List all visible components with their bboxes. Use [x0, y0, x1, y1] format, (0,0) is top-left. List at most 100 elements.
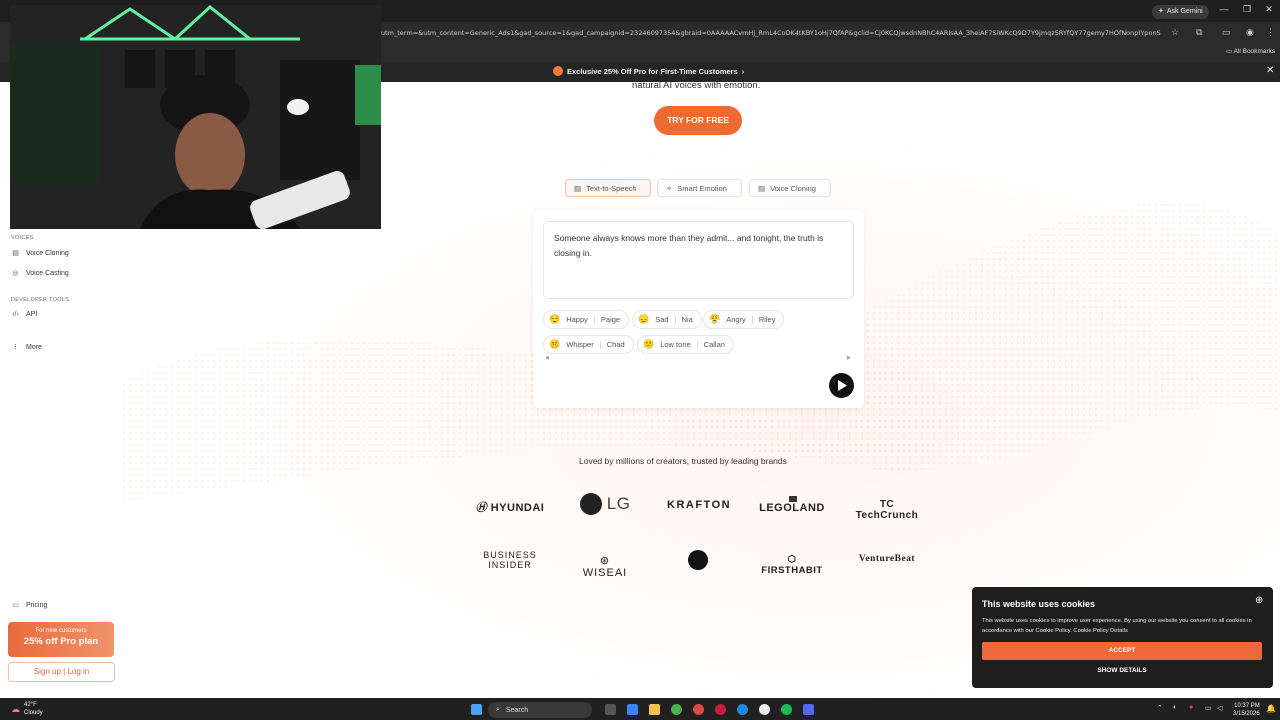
venturebeat-logo: VentureBeat — [858, 554, 916, 564]
network-icon[interactable]: ▭ — [1205, 704, 1212, 712]
wiseai-mark-icon: ⊛ — [599, 555, 611, 567]
code-icon: ‹/› — [12, 311, 19, 318]
emoji-angry-icon: 😤 — [709, 314, 721, 324]
weather-icon: ☁ — [11, 704, 20, 714]
emotion-chip-low-tone[interactable]: 😕 Low tone Callan — [637, 335, 734, 354]
profile-icon[interactable]: ◉ — [1246, 27, 1254, 38]
emoji-confused-icon: 😕 — [643, 339, 655, 349]
opera-icon[interactable] — [715, 704, 726, 715]
emotion-chip-whisper[interactable]: 🤫 Whisper Chad — [543, 335, 634, 354]
sidebar-item-label: Pricing — [26, 601, 48, 609]
task-view-icon[interactable] — [605, 704, 616, 715]
text-to-speech-icon: ▤ — [574, 183, 582, 193]
promo-banner-text: Exclusive 25% Off Pro for First-Time Cus… — [567, 66, 738, 76]
lg-logo: LG — [577, 493, 633, 515]
emotion-chip-happy[interactable]: 😌 Happy Paige — [543, 310, 630, 329]
cookie-banner: This website uses cookies ⊕ This website… — [972, 587, 1273, 688]
scroll-left-icon[interactable]: ◀ — [545, 355, 549, 361]
chip-emotion: Happy — [566, 315, 588, 324]
pricing-icon: ▭ — [12, 602, 19, 609]
cast-icon[interactable]: ▭ — [1222, 27, 1231, 38]
pro-plan-promo-card[interactable]: For new customers 25% off Pro plan — [8, 622, 114, 657]
volume-icon[interactable]: ◁ — [1217, 704, 1222, 712]
legoland-logo: LEGOLAND — [759, 496, 825, 514]
tab-smart-emotion[interactable]: ✧ Smart Emotion — [657, 179, 742, 197]
chip-divider — [674, 315, 676, 324]
emoji-relieved-icon: 😌 — [549, 314, 561, 324]
folder-icon: ▭ — [1226, 48, 1233, 55]
taskbar-clock[interactable]: 10:37 PM 3/15/2026 — [1233, 702, 1260, 718]
circle-brand-logo-icon — [688, 550, 708, 570]
promo-banner-link[interactable]: Exclusive 25% Off Pro for First-Time Cus… — [553, 66, 744, 76]
chip-emotion: Sad — [655, 315, 669, 324]
close-window-icon[interactable]: ✕ — [1260, 4, 1278, 15]
tab-text-to-speech[interactable]: ▤ Text-to-Speech — [565, 179, 651, 197]
all-bookmarks[interactable]: ▭ All Bookmarks — [1226, 47, 1275, 55]
accept-cookies-button[interactable]: ACCEPT — [982, 642, 1262, 660]
taskbar-search[interactable]: ⌕ Search — [488, 702, 592, 718]
spotify-icon[interactable] — [781, 704, 792, 715]
sidebar-item-label: API — [26, 311, 38, 318]
all-bookmarks-label: All Bookmarks — [1233, 48, 1276, 55]
maximize-icon[interactable]: ❐ — [1238, 4, 1256, 15]
voice-cloning-icon: ▤ — [12, 250, 19, 257]
extensions-icon[interactable]: ⧉ — [1196, 27, 1202, 38]
show-details-button[interactable]: SHOW DETAILS — [982, 667, 1262, 674]
tab-voice-cloning[interactable]: ▤ Voice Cloning — [749, 179, 831, 197]
notification-icon[interactable]: 🔔 — [1266, 704, 1276, 713]
discord-icon[interactable] — [803, 704, 814, 715]
search-icon: ⌕ — [496, 706, 500, 713]
close-icon[interactable]: ✕ — [1266, 65, 1274, 76]
clock-time: 10:37 PM — [1234, 703, 1260, 709]
tts-text-input[interactable]: Someone always knows more than they admi… — [543, 221, 854, 299]
webcam-feed-image — [10, 5, 381, 229]
wiseai-logo: ⊛ WISEAI — [582, 555, 628, 579]
chip-emotion: Whisper — [566, 340, 594, 349]
emotion-chip-sad[interactable]: 😞 Sad Nia — [632, 310, 702, 329]
sidebar-item-voice-casting[interactable]: ◎ Voice Casting — [11, 269, 69, 278]
chip-divider — [593, 315, 595, 324]
sidebar-item-label: Voice Casting — [26, 269, 69, 277]
promo-card-subtitle: For new customers — [35, 628, 87, 634]
play-button[interactable] — [829, 373, 854, 398]
sidebar-item-pricing[interactable]: ▭ Pricing — [11, 601, 48, 610]
webcam-overlay — [10, 5, 381, 229]
windows-start-icon[interactable] — [471, 704, 482, 715]
promo-card-title: 25% off Pro plan — [23, 636, 99, 647]
microphone-icon[interactable]: ● — [1189, 704, 1193, 711]
capcut-icon[interactable] — [759, 704, 770, 715]
file-explorer-icon[interactable] — [649, 704, 660, 715]
business-insider-logo: BUSINESS INSIDER — [483, 550, 537, 570]
hero-tagline: natural AI voices with emotion. — [632, 80, 761, 91]
play-icon — [837, 380, 847, 391]
menu-icon[interactable]: ⋮ — [1266, 27, 1275, 38]
chrome-icon[interactable] — [671, 704, 682, 715]
chevron-up-icon[interactable]: ⌃ — [1157, 704, 1163, 712]
lg-mark-icon — [579, 493, 602, 515]
star-icon[interactable]: ☆ — [1171, 27, 1179, 38]
cookie-title: This website uses cookies — [982, 599, 1096, 609]
tab-label: Voice Cloning — [770, 183, 816, 193]
scroll-right-icon[interactable]: ▶ — [847, 355, 851, 361]
copilot-icon[interactable] — [627, 704, 638, 715]
sidebar-item-voice-cloning[interactable]: ▤ Voice Cloning — [11, 249, 69, 258]
gemini-icon: ✦ — [1158, 8, 1164, 15]
sidebar-item-api[interactable]: ‹/› API — [11, 311, 37, 318]
tray-app-icon[interactable]: ◐ — [1173, 704, 1177, 711]
voice-casting-icon: ◎ — [12, 270, 19, 277]
weather-widget[interactable]: ☁ 42°F Cloudy — [11, 701, 43, 717]
globe-icon[interactable]: ⊕ — [1255, 595, 1263, 606]
try-for-free-button[interactable]: TRY FOR FREE — [654, 106, 742, 135]
app-icon-red[interactable] — [693, 704, 704, 715]
sidebar-item-label: More — [26, 343, 42, 351]
sidebar-heading-developer-tools: DEVELOPER TOOLS — [11, 297, 70, 303]
ask-gemini-button[interactable]: ✦ Ask Gemini — [1152, 5, 1209, 19]
url-field[interactable]: utm_term=&utm_content=Generic_Ads1&gad_s… — [381, 26, 1161, 40]
tab-label: Smart Emotion — [677, 183, 727, 193]
signup-login-button[interactable]: Sign up | Log in — [8, 662, 115, 682]
techcrunch-logo: TC TechCrunch — [855, 499, 919, 521]
emotion-chip-angry[interactable]: 😤 Angry Riley — [703, 310, 785, 329]
sidebar-item-more[interactable]: ⋮ More — [11, 343, 42, 352]
minimize-icon[interactable]: — — [1215, 4, 1233, 14]
edge-icon[interactable] — [737, 704, 748, 715]
